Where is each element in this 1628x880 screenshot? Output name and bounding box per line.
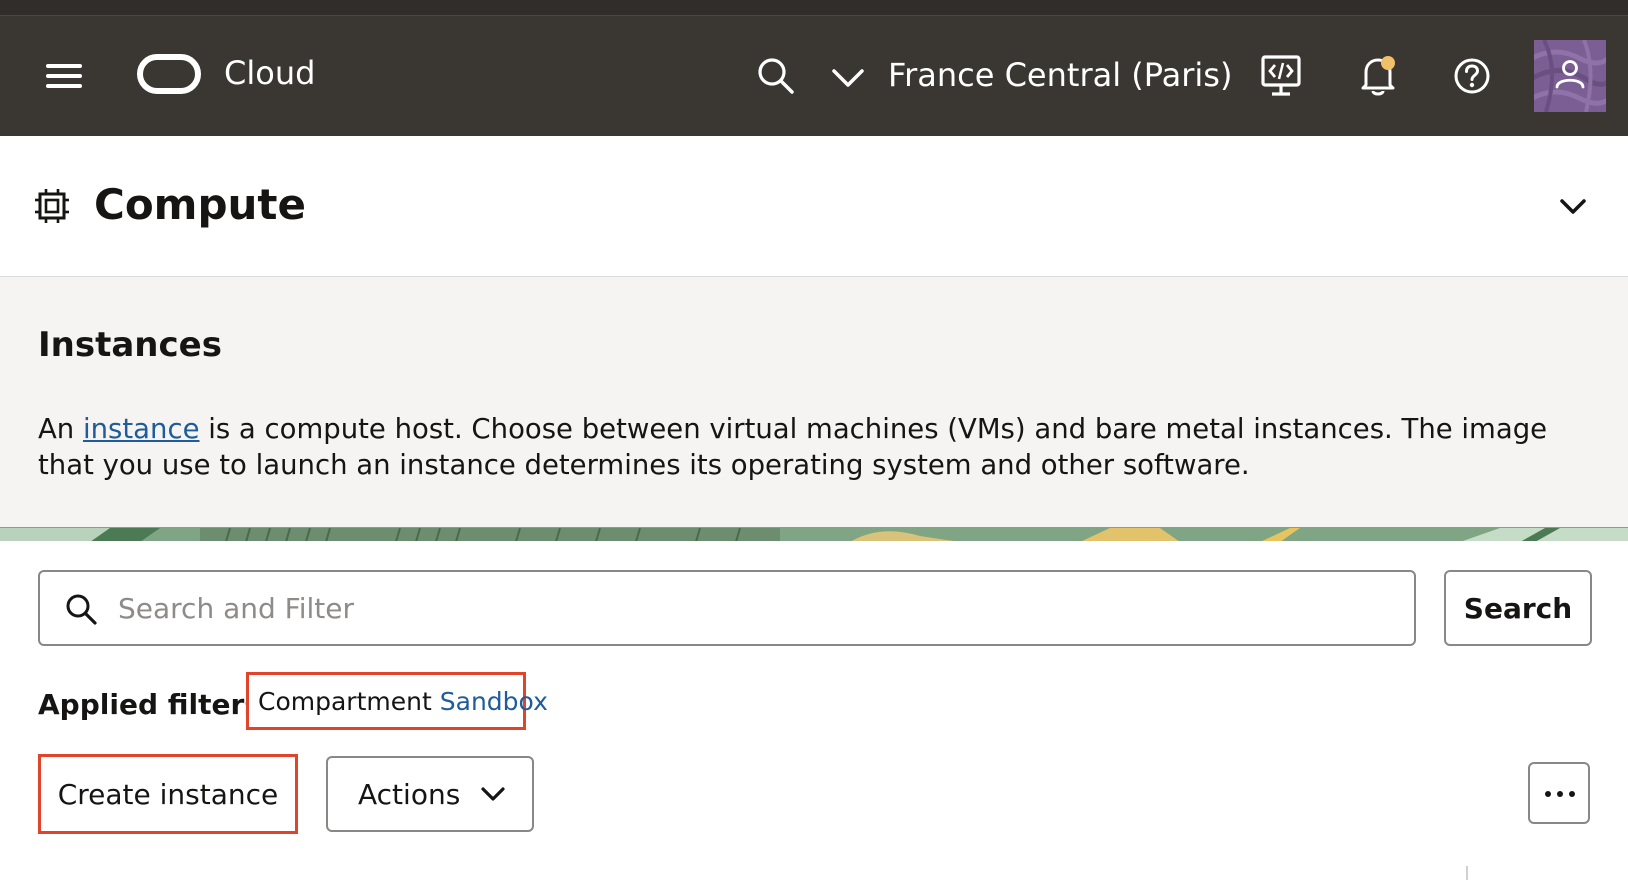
compute-chip-icon [35, 189, 69, 223]
intro-text-after: is a compute host. Choose between virtua… [38, 413, 1548, 481]
search-icon [66, 594, 97, 625]
actions-dropdown-button[interactable]: Actions [326, 756, 534, 832]
region-selector[interactable]: France Central (Paris) [888, 56, 1232, 94]
more-options-button[interactable] [1528, 762, 1590, 824]
ellipsis-icon [1545, 791, 1575, 797]
intro-text-before: An [38, 413, 83, 445]
chevron-down-icon [481, 787, 505, 801]
decorative-banner [0, 527, 1628, 541]
intro-section: Instances An instance is a compute host.… [0, 277, 1628, 527]
user-avatar-icon[interactable] [1534, 40, 1606, 112]
notification-bell-icon[interactable] [1358, 54, 1398, 98]
actions-label: Actions [358, 777, 461, 811]
table-divider [1466, 866, 1468, 880]
help-icon[interactable] [1452, 56, 1492, 96]
chevron-down-icon[interactable] [828, 62, 868, 92]
service-title-bar: Compute [0, 136, 1628, 277]
intro-description: An instance is a compute host. Choose be… [38, 411, 1598, 483]
hamburger-menu-icon[interactable] [44, 60, 84, 92]
chevron-down-icon[interactable] [1556, 192, 1590, 220]
global-header: Cloud France Central (Paris) [0, 16, 1628, 136]
create-instance-button[interactable]: Create instance [38, 754, 298, 834]
instance-link[interactable]: instance [83, 413, 200, 445]
section-heading: Instances [38, 325, 222, 365]
page-title: Compute [94, 180, 306, 229]
filter-chip-value: Sandbox [439, 686, 548, 716]
search-button[interactable]: Search [1444, 570, 1592, 646]
oracle-logo[interactable] [136, 53, 202, 95]
search-filter-box [38, 570, 1416, 646]
filter-chip-key: Compartment [258, 686, 432, 716]
top-strip [0, 0, 1628, 16]
brand-text[interactable]: Cloud [224, 54, 315, 92]
filter-chip-compartment[interactable]: Compartment Sandbox [246, 672, 548, 730]
developer-tools-icon[interactable] [1260, 54, 1302, 98]
applied-filters-label: Applied filters [38, 688, 261, 721]
search-input[interactable] [118, 582, 1398, 634]
search-icon[interactable] [756, 56, 796, 96]
